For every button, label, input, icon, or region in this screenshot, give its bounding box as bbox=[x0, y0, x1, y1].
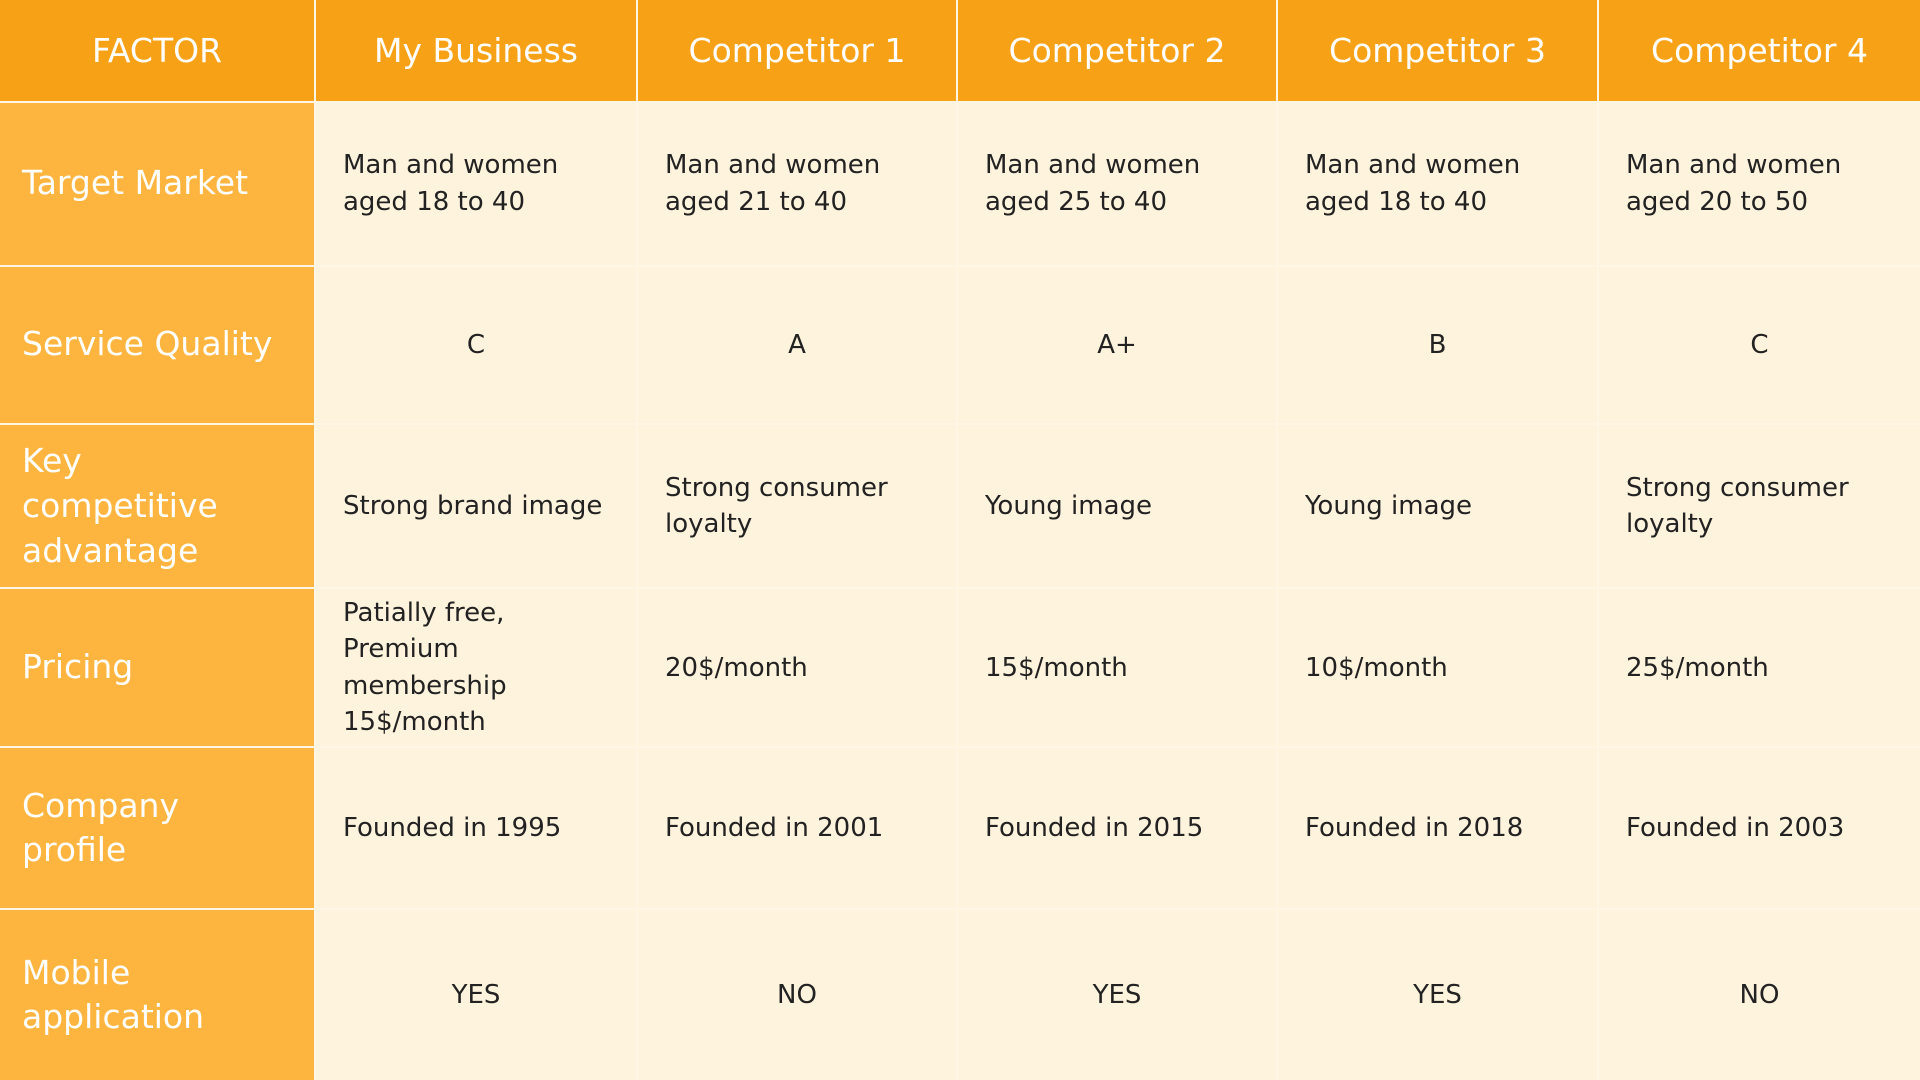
factor-label: Mobile application bbox=[0, 908, 316, 1080]
table-row: Company profile Founded in 1995 Founded in… bbox=[0, 745, 1920, 911]
table-cell: YES bbox=[314, 908, 638, 1080]
header-competitor-2: Competitor 2 bbox=[956, 0, 1278, 103]
factor-label: Company profile bbox=[0, 745, 316, 911]
table-cell: Founded in 2003 bbox=[1597, 745, 1920, 911]
table-row: Target Market Man and women aged 18 to 40… bbox=[0, 101, 1920, 267]
table-cell: 20$/month bbox=[636, 587, 958, 748]
table-cell: NO bbox=[1597, 908, 1920, 1080]
table-cell: Patially free, Premium membership 15$/mo… bbox=[314, 587, 638, 748]
table-cell: YES bbox=[956, 908, 1278, 1080]
table-cell: YES bbox=[1276, 908, 1599, 1080]
table-row: Pricing Patially free, Premium membership… bbox=[0, 587, 1920, 748]
header-competitor-4: Competitor 4 bbox=[1597, 0, 1920, 103]
table-row: Service Quality C A A+ B C bbox=[0, 264, 1920, 425]
header-row: FACTOR My Business Competitor 1 Competit… bbox=[0, 0, 1920, 103]
factor-label: Key competitive advantage bbox=[0, 422, 316, 590]
table-cell: NO bbox=[636, 908, 958, 1080]
table-cell: Strong consumer loyalty bbox=[636, 422, 958, 590]
table-cell: Man and women aged 18 to 40 bbox=[1276, 101, 1599, 267]
table-cell: B bbox=[1276, 264, 1599, 425]
table-cell: Young image bbox=[1276, 422, 1599, 590]
header-factor: FACTOR bbox=[0, 0, 316, 103]
table-cell: Founded in 2018 bbox=[1276, 745, 1599, 911]
table-cell: C bbox=[314, 264, 638, 425]
table-cell: 15$/month bbox=[956, 587, 1278, 748]
table-cell: C bbox=[1597, 264, 1920, 425]
table-cell: Man and women aged 25 to 40 bbox=[956, 101, 1278, 267]
table-cell: Founded in 2001 bbox=[636, 745, 958, 911]
factor-label: Target Market bbox=[0, 101, 316, 267]
table-row: Mobile application YES NO YES YES NO bbox=[0, 908, 1920, 1080]
table-row: Key competitive advantage Strong brand im… bbox=[0, 422, 1920, 590]
table-cell: Young image bbox=[956, 422, 1278, 590]
factor-label: Service Quality bbox=[0, 264, 316, 425]
table-cell: 10$/month bbox=[1276, 587, 1599, 748]
table-cell: Strong brand image bbox=[314, 422, 638, 590]
table-cell: Strong consumer loyalty bbox=[1597, 422, 1920, 590]
table-cell: Man and women aged 18 to 40 bbox=[314, 101, 638, 267]
competitor-comparison-table: FACTOR My Business Competitor 1 Competit… bbox=[0, 0, 1920, 1080]
header-competitor-1: Competitor 1 bbox=[636, 0, 958, 103]
table-cell: Man and women aged 21 to 40 bbox=[636, 101, 958, 267]
table-cell: 25$/month bbox=[1597, 587, 1920, 748]
table-cell: Founded in 1995 bbox=[314, 745, 638, 911]
table-cell: A bbox=[636, 264, 958, 425]
table-cell: Founded in 2015 bbox=[956, 745, 1278, 911]
table-cell: A+ bbox=[956, 264, 1278, 425]
header-my-business: My Business bbox=[314, 0, 638, 103]
factor-label: Pricing bbox=[0, 587, 316, 748]
table-cell: Man and women aged 20 to 50 bbox=[1597, 101, 1920, 267]
header-competitor-3: Competitor 3 bbox=[1276, 0, 1599, 103]
